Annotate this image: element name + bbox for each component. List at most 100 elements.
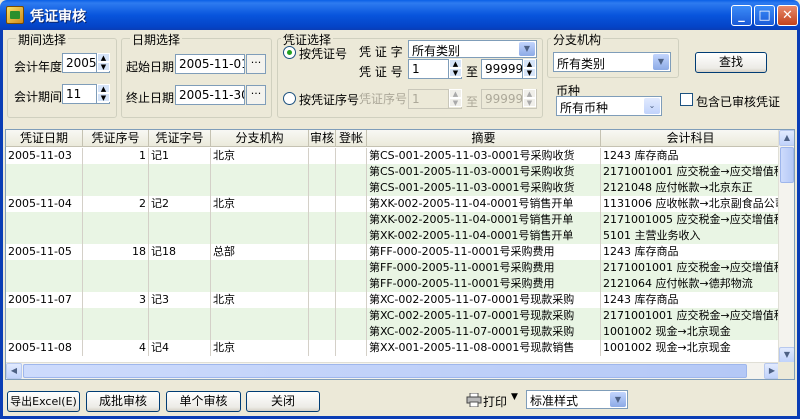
close-button[interactable]: 关闭 bbox=[246, 391, 320, 412]
chevron-down-icon[interactable]: ▼ bbox=[519, 42, 535, 56]
voucher-table: 凭证日期 凭证序号 凭证字号 分支机构 审核 登帐 摘要 会计科目 2005-1… bbox=[5, 129, 795, 380]
horizontal-scroll-thumb[interactable] bbox=[23, 364, 747, 378]
vertical-scrollbar[interactable]: ▲ ▼ bbox=[778, 130, 794, 363]
include-audited-checkbox[interactable] bbox=[680, 93, 693, 106]
end-date-input[interactable]: 2005-11-30 bbox=[175, 85, 245, 105]
col-header-post[interactable]: 登帐 bbox=[336, 130, 367, 147]
table-row[interactable]: 第XC-002-2005-11-07-0001号现款采购 1001002 现金→北… bbox=[6, 324, 780, 340]
by-voucher-no-radio[interactable] bbox=[283, 46, 296, 59]
horizontal-scrollbar[interactable]: ◀ ▶ bbox=[6, 362, 780, 379]
table-row[interactable]: 2005-11-04 2 记2 北京 第XK-002-2005-11-04-0001号销… bbox=[6, 196, 780, 212]
chevron-down-icon[interactable]: ⌄ bbox=[644, 98, 660, 114]
cell-audit bbox=[309, 324, 336, 340]
print-style-select[interactable]: 标准样式 ▼ bbox=[526, 390, 628, 409]
col-header-audit[interactable]: 审核 bbox=[309, 130, 336, 147]
cell-word bbox=[149, 164, 211, 180]
start-date-picker-button[interactable]: ··· bbox=[246, 54, 266, 74]
year-spin-buttons[interactable]: ▲ ▼ bbox=[96, 53, 110, 73]
export-excel-button[interactable]: 导出Excel(E) bbox=[7, 391, 80, 412]
include-audited-label[interactable]: 包含已审核凭证 bbox=[696, 93, 780, 110]
cell-account: 2171001005 应交税金→应交增值税 bbox=[603, 212, 780, 228]
chevron-down-icon[interactable]: ▼ bbox=[653, 54, 669, 70]
cell-audit bbox=[309, 180, 336, 196]
table-row[interactable]: 第CS-001-2005-11-03-0001号采购收货 2121048 应付帐款… bbox=[6, 180, 780, 196]
cell-date bbox=[6, 324, 83, 340]
col-header-account[interactable]: 会计科目 bbox=[601, 130, 780, 147]
single-audit-button[interactable]: 单个审核 bbox=[166, 391, 241, 412]
voucher-no-to-spin[interactable]: ▲ ▼ bbox=[522, 59, 536, 79]
voucher-word-select[interactable]: 所有类别 ▼ bbox=[408, 40, 537, 58]
cell-audit bbox=[309, 244, 336, 260]
cell-account: 2121048 应付帐款→北京东正 bbox=[601, 180, 780, 196]
batch-audit-button[interactable]: 成批审核 bbox=[86, 391, 160, 412]
table-row[interactable]: 第XK-002-2005-11-04-0001号销售开单 5101 主营业务收入 bbox=[6, 228, 780, 244]
cell-account: 5101 主营业务收入 bbox=[601, 228, 780, 244]
cell-audit bbox=[309, 212, 336, 228]
cell-word bbox=[149, 180, 211, 196]
scroll-up-icon[interactable]: ▲ bbox=[779, 130, 794, 146]
branch-select[interactable]: 所有类别 ▼ bbox=[553, 52, 671, 72]
table-row[interactable]: 2005-11-03 1 记1 北京 第CS-001-2005-11-03-0001号采… bbox=[6, 148, 780, 164]
print-label[interactable]: 打印 bbox=[483, 393, 507, 410]
cell-branch: 北京 bbox=[211, 196, 309, 212]
col-header-date[interactable]: 凭证日期 bbox=[6, 130, 83, 147]
by-voucher-no-label[interactable]: 按凭证号 bbox=[299, 45, 347, 62]
title-bar: 凭证审核 _ □ ✕ bbox=[0, 0, 800, 30]
cell-audit bbox=[309, 292, 336, 308]
by-seq-no-label[interactable]: 按凭证序号 bbox=[299, 91, 359, 108]
table-row[interactable]: 2005-11-05 18 记18 总部 第FF-000-2005-11-0001号采购… bbox=[6, 244, 780, 260]
cell-date: 2005-11-03 bbox=[6, 148, 83, 164]
cell-date bbox=[6, 180, 83, 196]
chevron-down-icon[interactable]: ▼ bbox=[610, 392, 626, 407]
cell-post bbox=[336, 180, 367, 196]
cell-post bbox=[336, 228, 367, 244]
cell-branch: 北京 bbox=[211, 148, 309, 164]
col-header-branch[interactable]: 分支机构 bbox=[211, 130, 309, 147]
end-date-label: 终止日期 bbox=[126, 91, 175, 105]
table-row[interactable]: 第XC-002-2005-11-07-0001号现款采购 2171001001 应… bbox=[6, 308, 780, 324]
start-date-input[interactable]: 2005-11-01 bbox=[175, 54, 245, 74]
window-title: 凭证审核 bbox=[30, 9, 86, 25]
period-value: 11 bbox=[66, 87, 82, 101]
vertical-scroll-thumb[interactable] bbox=[780, 147, 794, 183]
table-row[interactable]: 2005-11-08 4 记4 北京 第XX-001-2005-11-08-0001号现… bbox=[6, 340, 780, 356]
col-header-summary[interactable]: 摘要 bbox=[367, 130, 601, 147]
seq-no-to-label: 至 bbox=[466, 95, 479, 109]
window-frame-left bbox=[0, 30, 3, 419]
end-date-picker-button[interactable]: ··· bbox=[246, 85, 266, 105]
cell-branch: 北京 bbox=[211, 292, 309, 308]
table-row[interactable]: 第CS-001-2005-11-03-0001号采购收货 2171001001 应… bbox=[6, 164, 780, 180]
maximize-button[interactable]: □ bbox=[754, 5, 775, 26]
cell-post bbox=[336, 260, 367, 276]
cell-branch: 北京 bbox=[211, 340, 309, 356]
currency-select[interactable]: 所有币种 ⌄ bbox=[556, 96, 662, 116]
minimize-button[interactable]: _ bbox=[731, 5, 752, 26]
cell-branch bbox=[211, 324, 309, 340]
cell-audit bbox=[309, 228, 336, 244]
scroll-down-icon[interactable]: ▼ bbox=[779, 347, 794, 363]
close-window-button[interactable]: ✕ bbox=[777, 5, 798, 26]
currency-value: 所有币种 bbox=[560, 101, 609, 115]
start-date-value: 2005-11-01 bbox=[179, 57, 245, 71]
cell-word bbox=[149, 260, 211, 276]
seq-no-to-spin[interactable]: ▲ ▼ bbox=[522, 89, 536, 109]
col-header-seq[interactable]: 凭证序号 bbox=[83, 130, 149, 147]
scroll-left-icon[interactable]: ◀ bbox=[6, 363, 22, 379]
table-row[interactable]: 2005-11-07 3 记3 北京 第XC-002-2005-11-07-0001号现… bbox=[6, 292, 780, 308]
voucher-no-from-spin[interactable]: ▲ ▼ bbox=[448, 59, 462, 79]
cell-word bbox=[149, 212, 211, 228]
print-dropdown-icon[interactable]: ▼ bbox=[511, 392, 518, 402]
cell-post bbox=[336, 212, 367, 228]
cell-account: 1243 库存商品 bbox=[601, 148, 780, 164]
col-header-word[interactable]: 凭证字号 bbox=[149, 130, 211, 147]
by-seq-no-radio[interactable] bbox=[283, 92, 296, 105]
table-row[interactable]: 第XK-002-2005-11-04-0001号销售开单 2171001005 应… bbox=[6, 212, 780, 228]
start-date-label: 起始日期 bbox=[126, 60, 175, 74]
table-row[interactable]: 第FF-000-2005-11-0001号采购费用 2171001001 应交税金… bbox=[6, 260, 780, 276]
period-spin-buttons[interactable]: ▲ ▼ bbox=[96, 84, 110, 104]
table-row[interactable]: 第FF-000-2005-11-0001号采购费用 2121064 应付帐款→德邦… bbox=[6, 276, 780, 292]
seq-no-from-spin[interactable]: ▲ ▼ bbox=[448, 89, 462, 109]
find-button[interactable]: 查找 bbox=[695, 52, 767, 73]
printer-icon[interactable] bbox=[466, 393, 482, 407]
cell-account: 2171001001 应交税金→应交增值税 bbox=[603, 164, 780, 180]
